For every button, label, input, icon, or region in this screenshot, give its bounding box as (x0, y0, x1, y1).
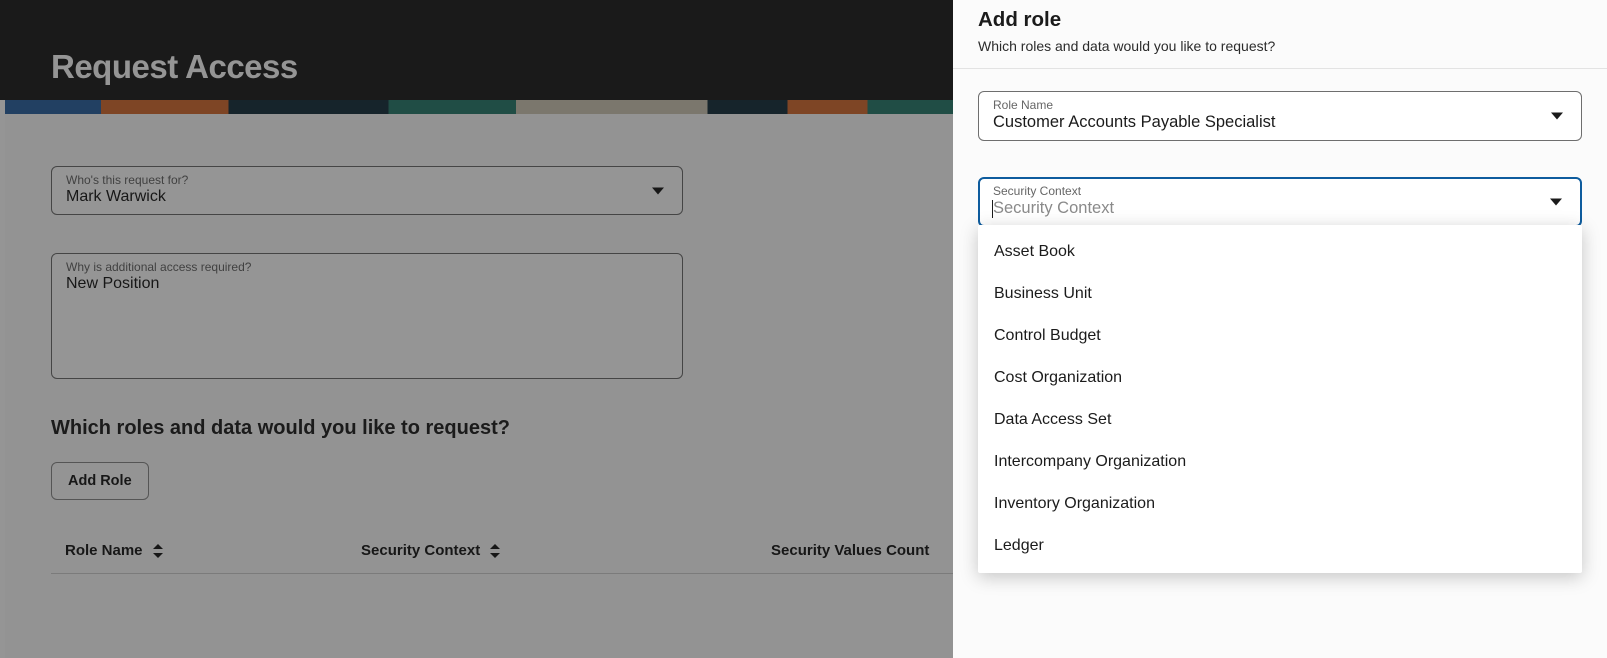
option-inventory-organization[interactable]: Inventory Organization (978, 483, 1582, 525)
role-name-label: Role Name (993, 98, 1567, 112)
drawer-body: Role Name Customer Accounts Payable Spec… (953, 69, 1607, 658)
security-context-label: Security Context (993, 184, 1567, 198)
option-control-budget[interactable]: Control Budget (978, 315, 1582, 357)
option-cost-organization[interactable]: Cost Organization (978, 357, 1582, 399)
chevron-down-icon (1551, 113, 1563, 120)
option-asset-book[interactable]: Asset Book (978, 231, 1582, 273)
security-context-select[interactable]: Security Context Security Context (978, 177, 1582, 227)
chevron-down-icon (1550, 199, 1562, 206)
role-name-value: Customer Accounts Payable Specialist (993, 113, 1567, 132)
option-data-access-set[interactable]: Data Access Set (978, 399, 1582, 441)
option-intercompany-organization[interactable]: Intercompany Organization (978, 441, 1582, 483)
drawer-title: Add role (978, 8, 1582, 32)
drawer-subtitle: Which roles and data would you like to r… (978, 38, 1582, 54)
security-context-dropdown: Asset Book Business Unit Control Budget … (978, 225, 1582, 573)
drawer-header: Add role Which roles and data would you … (953, 0, 1607, 69)
option-ledger[interactable]: Ledger (978, 525, 1582, 567)
add-role-drawer: Add role Which roles and data would you … (953, 0, 1607, 658)
role-name-select[interactable]: Role Name Customer Accounts Payable Spec… (978, 91, 1582, 141)
modal-backdrop[interactable] (0, 0, 953, 658)
option-business-unit[interactable]: Business Unit (978, 273, 1582, 315)
security-context-placeholder: Security Context (993, 199, 1567, 218)
